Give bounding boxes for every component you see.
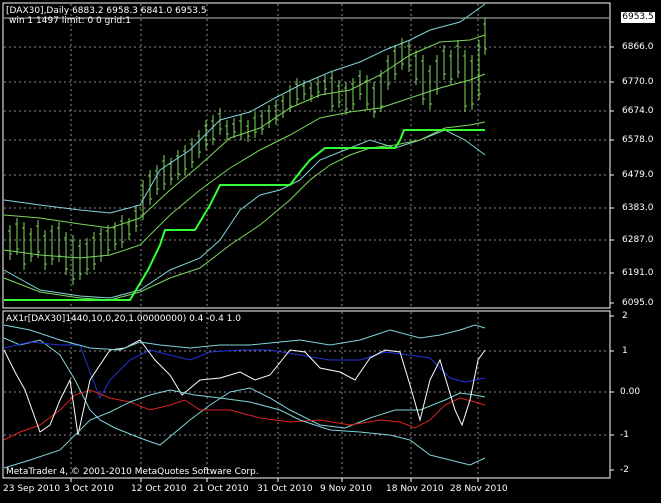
x-axis-date-label: 12 Oct 2010 [131, 484, 187, 494]
chart-header: [DAX30],Daily 6883.2 6958.3 6841.0 6953.… [6, 6, 207, 16]
x-axis-date-label: 18 Nov 2010 [386, 484, 444, 494]
upper-band-line [3, 34, 486, 229]
trailing-stop-line [4, 129, 485, 301]
x-axis-date-label: 3 Oct 2010 [64, 484, 114, 494]
main-y-tick-label: 6191.0 [622, 268, 654, 278]
indicator-cyan-upper-line [3, 324, 486, 351]
x-axis-date-label: 28 Nov 2010 [450, 484, 508, 494]
indicator-y-tick-label: -2 [620, 465, 629, 475]
main-y-tick-label: 6578.0 [622, 135, 654, 145]
x-axis-date-label: 23 Sep 2010 [3, 484, 61, 494]
main-y-tick-label: 6770.0 [622, 77, 654, 87]
chart-window[interactable]: [DAX30],Daily 6883.2 6958.3 6841.0 6953.… [0, 0, 661, 499]
main-y-tick-label: 6383.0 [622, 203, 654, 213]
chart-canvas[interactable] [0, 0, 661, 499]
main-y-tick-label: 6674.0 [622, 106, 654, 116]
main-y-tick-label: 6866.0 [622, 42, 654, 52]
indicator-header: AX1r[DAX30]1440,10,0,20,1.00000000) 0.4 … [6, 314, 241, 324]
main-y-tick-label: 6479.0 [622, 170, 654, 180]
x-axis-date-label: 31 Oct 2010 [257, 484, 313, 494]
chart-subheader: win 1 1497 limit: 0 0 grid:1 [9, 16, 132, 26]
copyright-footer: MetaTrader 4, © 2001-2010 MetaQuotes Sof… [6, 467, 259, 477]
indicator-panel-frame [2, 310, 611, 479]
indicator-y-tick-label: 1 [622, 346, 628, 356]
indicator-grid [4, 312, 614, 482]
indicator-white-line [3, 339, 486, 436]
indicator-series [3, 324, 486, 469]
price-series [3, 3, 487, 301]
indicator-y-tick-label: -1 [620, 430, 629, 440]
indicator-y-tick-label: 0.00 [620, 387, 641, 397]
upper-envelope-line [3, 3, 486, 214]
indicator-y-tick-label: 2 [622, 311, 628, 321]
x-axis-date-label: 9 Nov 2010 [320, 484, 372, 494]
current-price-label: 6953.5 [621, 12, 655, 23]
indicator-red-line [3, 389, 486, 441]
main-grid [4, 4, 614, 307]
main-y-tick-label: 6095.0 [622, 298, 654, 308]
x-axis-date-label: 21 Oct 2010 [193, 484, 249, 494]
main-y-tick-label: 6287.0 [622, 235, 654, 245]
middle-band-line [3, 73, 486, 259]
indicator-cyan-bottom-line [3, 389, 486, 469]
